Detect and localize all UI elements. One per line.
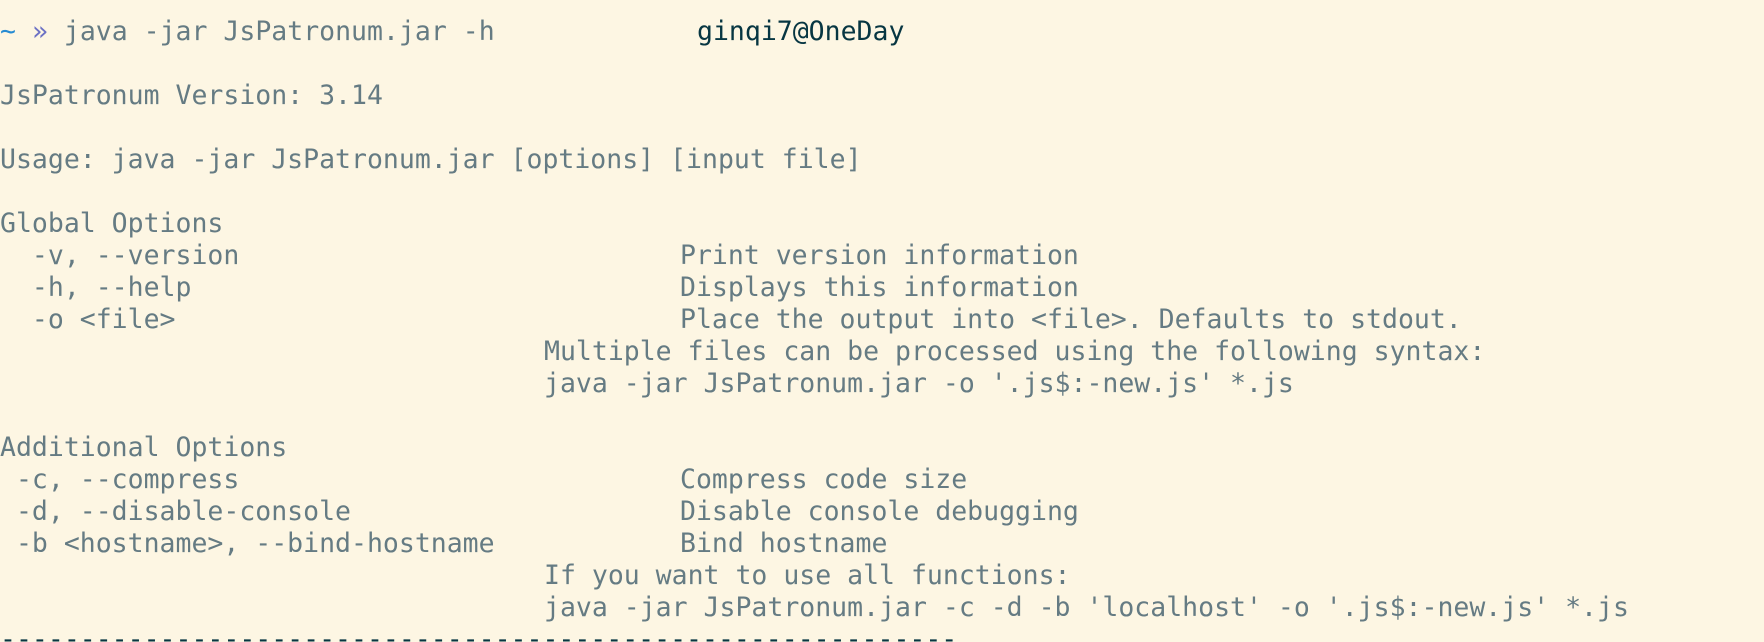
terminal-window[interactable]: --- ~ » java -jar JsPatronum.jar -h ginqi… — [0, 0, 1764, 642]
usage-line: Usage: java -jar JsPatronum.jar [options… — [0, 144, 862, 175]
additional-options-note: If you want to use all functions: — [544, 560, 1071, 591]
global-options-note: Multiple files can be processed using th… — [544, 336, 1486, 367]
bottom-rule: ----------------------------------------… — [0, 624, 958, 642]
option-row: -o <file> Place the output into <file>. D… — [0, 304, 1764, 336]
option-row: -d, --disable-console Disable console deb… — [0, 496, 1764, 528]
global-options-example: java -jar JsPatronum.jar -o '.js$:-new.j… — [544, 368, 1294, 399]
option-flag: -o <file> — [0, 304, 176, 335]
option-description: Disable console debugging — [680, 496, 1079, 527]
additional-options-heading: Additional Options — [0, 432, 288, 463]
option-flag: -h, --help — [0, 272, 192, 303]
option-row: -v, --version Print version information — [0, 240, 1764, 272]
prompt-host: ginqi7@OneDay — [697, 16, 905, 47]
option-row: -h, --help Displays this information — [0, 272, 1764, 304]
top-rule: --- — [0, 0, 48, 14]
option-flag: -v, --version — [0, 240, 240, 271]
option-description: Print version information — [680, 240, 1079, 271]
option-row: -b <hostname>, --bind-hostname Bind hostn… — [0, 528, 1764, 560]
option-description: Displays this information — [680, 272, 1079, 303]
prompt-chevron-icon: » — [31, 16, 48, 47]
version-line: JsPatronum Version: 3.14 — [0, 80, 383, 111]
option-row: -c, --compress Compress code size — [0, 464, 1764, 496]
option-description: Compress code size — [680, 464, 968, 495]
option-flag: -b <hostname>, --bind-hostname — [0, 528, 495, 559]
option-description: Place the output into <file>. Defaults t… — [680, 304, 1462, 335]
option-flag: -d, --disable-console — [0, 496, 351, 527]
prompt-line: ~ » java -jar JsPatronum.jar -h ginqi7@On… — [0, 16, 1764, 48]
option-description: Bind hostname — [680, 528, 888, 559]
prompt-tilde: ~ — [0, 16, 16, 47]
additional-options-example: java -jar JsPatronum.jar -c -d -b 'local… — [544, 592, 1629, 623]
option-flag: -c, --compress — [0, 464, 240, 495]
command-text: java -jar JsPatronum.jar -h — [63, 16, 495, 47]
global-options-heading: Global Options — [0, 208, 224, 239]
